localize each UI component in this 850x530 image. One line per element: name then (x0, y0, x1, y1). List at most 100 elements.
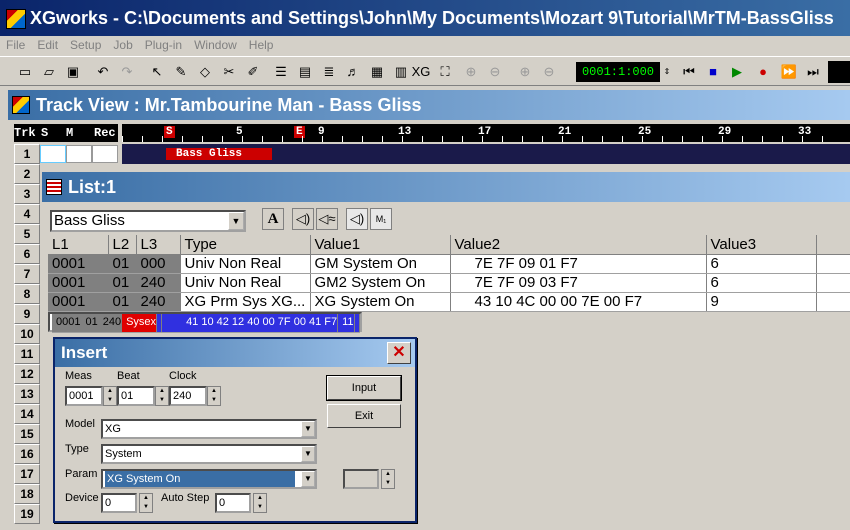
track-number[interactable]: 3 (14, 184, 40, 204)
cell-l1[interactable]: 0001 (52, 313, 82, 333)
insert-dialog-title[interactable]: Insert (55, 339, 415, 367)
track-view-icon[interactable]: ☰ (270, 61, 292, 83)
cell-value2[interactable]: 7E 7F 09 01 F7 (450, 254, 707, 274)
track-number[interactable]: 7 (14, 264, 40, 284)
stop-icon[interactable]: ■ (702, 61, 724, 83)
table-row[interactable]: 0001 01 240 XG Prm Sys XG... XG System O… (48, 292, 850, 312)
chevron-down-icon[interactable]: ▼ (301, 471, 315, 487)
autostep-field[interactable]: 0 (215, 493, 251, 513)
undo-icon[interactable]: ↶ (92, 61, 114, 83)
track-number[interactable]: 17 (14, 464, 40, 484)
cell-l1[interactable]: 0001 (48, 292, 109, 312)
cell-l2[interactable]: 01 (108, 273, 137, 293)
track-number[interactable]: 2 (14, 164, 40, 184)
track-number[interactable]: 16 (14, 444, 40, 464)
cell-value3[interactable]: 11 (337, 313, 355, 333)
cell-l3[interactable]: 240 (98, 313, 123, 333)
menu-setup[interactable]: Setup (64, 36, 107, 54)
track-number[interactable]: 4 (14, 204, 40, 224)
cell-l2[interactable]: 01 (108, 254, 137, 274)
track-number[interactable]: 13 (14, 384, 40, 404)
cell-l3[interactable]: 240 (136, 292, 181, 312)
beat-spinner[interactable]: ▲ ▼ (155, 386, 169, 406)
start-marker[interactable]: S (164, 126, 175, 138)
track-1-mute[interactable] (66, 145, 92, 163)
menu-plugin[interactable]: Plug-in (139, 36, 188, 54)
model-dropdown[interactable]: XG ▼ (101, 419, 317, 439)
cell-l1[interactable]: 0001 (48, 273, 109, 293)
meas-field[interactable]: 0001 (65, 386, 103, 406)
chevron-down-icon[interactable]: ▼ (301, 421, 315, 437)
menu-help[interactable]: Help (243, 36, 280, 54)
column-header-l1[interactable]: L1 (48, 235, 109, 255)
zoom-horizontal-icon[interactable]: ⊕ (514, 61, 536, 83)
track-number[interactable]: 19 (14, 504, 40, 524)
track-number[interactable]: 18 (14, 484, 40, 504)
cell-value1[interactable]: GM System On (310, 254, 451, 274)
track-view-title-bar[interactable]: Track View : Mr.Tambourine Man - Bass Gl… (8, 90, 850, 120)
track-number[interactable]: 8 (14, 284, 40, 304)
track-number[interactable]: 14 (14, 404, 40, 424)
exit-button[interactable]: Exit (327, 404, 401, 428)
column-header-value3[interactable]: Value3 (706, 235, 817, 255)
track-number[interactable]: 1 (14, 144, 40, 164)
column-header-l2[interactable]: L2 (108, 235, 137, 255)
glue-tool-icon[interactable]: ✐ (242, 61, 264, 83)
device-field[interactable]: 0 (101, 493, 137, 513)
redo-icon[interactable]: ↷ (116, 61, 138, 83)
track-1-rec[interactable] (92, 145, 118, 163)
menu-job[interactable]: Job (107, 36, 138, 54)
new-file-icon[interactable]: ▭ (14, 61, 36, 83)
cell-l1[interactable]: 0001 (48, 254, 109, 274)
go-to-end-icon[interactable]: ⏭ (802, 61, 824, 83)
track-number[interactable]: 5 (14, 224, 40, 244)
input-button[interactable]: Input (326, 375, 402, 401)
rewind-to-start-icon[interactable]: ⏮ (678, 61, 700, 83)
text-event-icon[interactable]: A (262, 208, 284, 230)
menu-file[interactable]: File (0, 36, 31, 54)
track-number[interactable]: 9 (14, 304, 40, 324)
measure-ruler[interactable]: S 5 E 9 13 17 21 25 29 33 (122, 124, 850, 142)
filter-speaker-icon[interactable]: ◁) (346, 208, 368, 230)
counter-spin-icon[interactable]: ⇕ (662, 61, 672, 83)
eraser-tool-icon[interactable]: ◇ (194, 61, 216, 83)
menu-edit[interactable]: Edit (31, 36, 64, 54)
open-folder-icon[interactable]: ▱ (38, 61, 60, 83)
table-row[interactable]: 0001 01 000 Univ Non Real GM System On 7… (48, 254, 850, 274)
cell-value1[interactable]: XG System On (310, 292, 451, 312)
list-view-icon[interactable]: ≣ (318, 61, 340, 83)
column-header-value1[interactable]: Value1 (310, 235, 451, 255)
piano-roll-icon[interactable]: ▤ (294, 61, 316, 83)
end-marker[interactable]: E (294, 126, 305, 138)
midi-event-icon[interactable]: M₁ (370, 208, 392, 230)
save-disk-icon[interactable]: ▣ (62, 61, 84, 83)
close-icon[interactable]: ✕ (387, 342, 411, 364)
cell-value3[interactable]: 9 (706, 292, 817, 312)
table-row-selected[interactable]: 0001 01 240 Sysex 41 10 42 12 40 00 7F 0… (48, 311, 362, 333)
cell-type[interactable]: Univ Non Real (180, 254, 311, 274)
cell-value2[interactable]: 43 10 4C 00 00 7E 00 F7 (450, 292, 707, 312)
record-icon[interactable]: ● (752, 61, 774, 83)
cell-l2[interactable]: 01 (80, 313, 99, 333)
fast-forward-icon[interactable]: ⏩ (778, 61, 800, 83)
cell-value1[interactable]: GM2 System On (310, 273, 451, 293)
autostep-spinner[interactable]: ▲ ▼ (253, 493, 267, 513)
track-select-dropdown[interactable]: Bass Gliss ▼ (50, 210, 246, 232)
pointer-tool-icon[interactable]: ↖ (146, 61, 168, 83)
cell-type[interactable]: XG Prm Sys XG... (180, 292, 311, 312)
play-icon[interactable]: ▶ (726, 61, 748, 83)
track-1-solo[interactable] (40, 145, 66, 163)
table-row[interactable]: 0001 01 240 Univ Non Real GM2 System On … (48, 273, 850, 293)
cell-value3[interactable]: 6 (706, 254, 817, 274)
zoom-vertical-icon[interactable]: ⊖ (538, 61, 560, 83)
cell-l3[interactable]: 000 (136, 254, 181, 274)
track-number[interactable]: 6 (14, 244, 40, 264)
column-header-l3[interactable]: L3 (136, 235, 181, 255)
speaker-icon[interactable]: ◁) (292, 208, 314, 230)
clock-field[interactable]: 240 (169, 386, 207, 406)
cell-value2[interactable]: 41 10 42 12 40 00 7F 00 41 F7 (161, 313, 339, 333)
chevron-down-icon[interactable]: ▼ (228, 212, 244, 230)
param-dropdown[interactable]: XG System On ▼ (101, 469, 317, 489)
track-clip[interactable]: Bass Gliss (166, 148, 272, 160)
cell-value2[interactable]: 7E 7F 09 03 F7 (450, 273, 707, 293)
